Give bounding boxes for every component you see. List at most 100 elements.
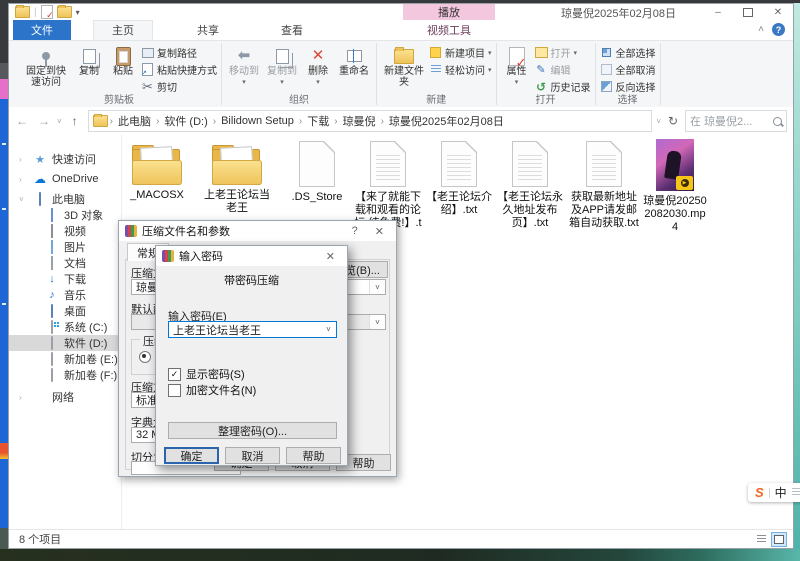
open-button[interactable]: 打开 ▾ (535, 45, 591, 60)
copy-button[interactable]: 复制 (73, 43, 105, 81)
tab-file[interactable]: 文件 (13, 20, 71, 40)
breadcrumb-this-pc[interactable]: 此电脑 (115, 113, 154, 129)
show-password-checkbox[interactable]: ✓ 显示密码(S) (168, 366, 245, 382)
sidebar-item-pictures[interactable]: 图片 (9, 239, 121, 255)
select-all-button[interactable]: 全部选择 (600, 45, 656, 60)
properties-button[interactable]: 属性 ▾ (501, 43, 533, 91)
breadcrumb-qiongmanni[interactable]: 琼曼倪 (340, 113, 379, 129)
back-button[interactable]: ← (13, 114, 31, 128)
sidebar-item-drive-c[interactable]: 系统 (C:) (9, 319, 121, 335)
copy-path-button[interactable]: 复制路径 (141, 45, 217, 60)
tab-video-tools[interactable]: 视频工具 (403, 20, 495, 40)
tab-share[interactable]: 共享 (179, 20, 237, 40)
password-input[interactable]: 上老王论坛当老王 ˅ (168, 321, 337, 338)
cut-icon: ✂ (141, 81, 154, 93)
minimize-button[interactable]: – (703, 4, 733, 20)
organize-passwords-button[interactable]: 整理密码(O)... (168, 422, 337, 439)
qat-folder-icon[interactable] (15, 6, 30, 18)
sidebar-item-network[interactable]: › 网络 (9, 389, 121, 405)
sidebar-item-onedrive[interactable]: › ☁ OneDrive (9, 171, 121, 187)
paste-icon (116, 47, 131, 66)
chevron-right-icon[interactable]: › (19, 155, 27, 164)
copy-to-button[interactable]: 复制到 ▾ (264, 43, 300, 91)
collapse-ribbon-icon[interactable]: ˄ (758, 24, 764, 35)
help-icon[interactable]: ? (772, 23, 785, 36)
address-dropdown-icon[interactable]: ˅ (656, 117, 661, 126)
cut-button[interactable]: ✂ 剪切 (141, 79, 217, 94)
dialog-close-icon[interactable]: ✕ (369, 225, 390, 238)
file-item-laowang-folder[interactable]: 上老王论坛当老王 (192, 139, 282, 215)
file-item-macosx[interactable]: _MACOSX (124, 139, 190, 202)
password-ok-button[interactable]: 确定 (164, 447, 219, 464)
thumbnail-view-icon[interactable] (771, 532, 787, 547)
rename-button[interactable]: 重命名 (336, 43, 372, 81)
breadcrumb[interactable]: › 此电脑 › 软件 (D:) › Bilidown Setup › 下载 › … (88, 110, 653, 132)
new-folder-button[interactable]: 新建文件夹 (381, 43, 427, 91)
chevron-down-icon[interactable]: ˅ (369, 315, 385, 329)
move-to-button[interactable]: ⬅ 移动到 ▾ (226, 43, 262, 91)
tab-home[interactable]: 主页 (93, 20, 153, 40)
tab-view[interactable]: 查看 (263, 20, 321, 40)
chevron-right-icon[interactable]: › (19, 393, 27, 402)
sidebar-item-downloads[interactable]: ↓ 下载 (9, 271, 121, 287)
dialog-help-icon[interactable]: ? (346, 225, 364, 237)
ime-toolbar[interactable]: S 中 (748, 483, 800, 502)
recent-locations-icon[interactable]: ˅ (57, 117, 62, 126)
compress-dialog-titlebar[interactable]: 压缩文件名和参数 ? ✕ (119, 221, 396, 241)
sidebar-item-documents[interactable]: 文档 (9, 255, 121, 271)
dialog-close-icon[interactable]: ✕ (320, 250, 341, 263)
refresh-icon[interactable]: ↻ (665, 114, 681, 128)
file-item-ds-store[interactable]: .DS_Store (284, 139, 350, 204)
search-input[interactable]: 在 琼曼倪2... (685, 110, 787, 132)
qat-new-folder-icon[interactable] (57, 6, 72, 18)
delete-button[interactable]: ✕ 删除 ▾ (302, 43, 334, 91)
breadcrumb-download[interactable]: 下载 (304, 113, 332, 129)
breadcrumb-current-folder[interactable]: 琼曼倪2025年02月08日 (386, 113, 507, 129)
sidebar-item-quick-access[interactable]: › ★ 快速访问 (9, 151, 121, 167)
sidebar-item-drive-d[interactable]: 软件 (D:) (9, 335, 121, 351)
sidebar-item-this-pc[interactable]: ˅ 此电脑 (9, 191, 121, 207)
up-button[interactable]: ↑ (66, 114, 84, 128)
file-item-forum-address-txt[interactable]: 【老王论坛永久地址发布页】.txt (494, 139, 566, 230)
details-view-icon[interactable] (754, 532, 768, 545)
sidebar-item-drive-f[interactable]: 新加卷 (F:) (9, 367, 121, 383)
paste-shortcut-button[interactable]: 粘贴快捷方式 (141, 62, 217, 77)
sidebar-item-videos[interactable]: 视频 (9, 223, 121, 239)
file-item-get-address-txt[interactable]: 获取最新地址及APP请发邮箱自动获取.txt (568, 139, 640, 230)
sidebar-item-drive-e[interactable]: 新加卷 (E:) (9, 351, 121, 367)
sidebar-item-3d-objects[interactable]: 3D 对象 (9, 207, 121, 223)
chevron-right-icon[interactable]: › (19, 175, 27, 184)
chevron-down-icon[interactable]: ˅ (321, 322, 336, 337)
sidebar-item-desktop[interactable]: 桌面 (9, 303, 121, 319)
sidebar-item-music[interactable]: ♪ 音乐 (9, 287, 121, 303)
edit-button[interactable]: ✎ 编辑 (535, 62, 591, 77)
new-folder-label: 新建文件夹 (384, 67, 424, 88)
qat-customize-dropdown-icon[interactable]: ▾ (76, 8, 80, 17)
maximize-button[interactable] (733, 4, 763, 20)
password-help-button[interactable]: 帮助 (286, 447, 341, 464)
encrypt-names-checkbox[interactable]: 加密文件名(N) (168, 382, 256, 398)
paste-button[interactable]: 粘贴 (107, 43, 139, 81)
properties-icon (509, 47, 525, 66)
chevron-down-icon[interactable]: ˅ (19, 195, 27, 204)
file-item-video-mp4[interactable]: ▶ 琼曼倪202502082030.mp4 (642, 139, 708, 234)
forward-button[interactable]: → (35, 114, 53, 128)
breadcrumb-bilidown[interactable]: Bilidown Setup (218, 115, 297, 127)
file-item-forum-intro-txt[interactable]: 【老王论坛介绍】.txt (426, 139, 492, 217)
pin-to-quick-access-button[interactable]: 固定到快速访问 (21, 43, 71, 91)
sogou-logo-icon[interactable]: S (755, 485, 764, 500)
contextual-tab-group-play[interactable]: 播放 (403, 4, 495, 20)
breadcrumb-drive-d[interactable]: 软件 (D:) (161, 113, 210, 129)
easy-access-button[interactable]: 轻松访问 ▾ (429, 62, 492, 77)
password-cancel-button[interactable]: 取消 (225, 447, 280, 464)
password-dialog-titlebar[interactable]: 输入密码 ✕ (156, 246, 347, 266)
close-button[interactable]: ✕ (763, 4, 793, 20)
background-app-strip-segment (0, 3, 8, 63)
history-button[interactable]: ↺ 历史记录 (535, 79, 591, 94)
new-item-button[interactable]: 新建项目 ▾ (429, 45, 492, 60)
invert-selection-button[interactable]: 反向选择 (600, 79, 656, 94)
chevron-down-icon[interactable]: ˅ (369, 280, 385, 294)
ime-mode-chinese[interactable]: 中 (775, 484, 787, 501)
select-none-button[interactable]: 全部取消 (600, 62, 656, 77)
qat-properties-icon[interactable] (41, 5, 53, 19)
